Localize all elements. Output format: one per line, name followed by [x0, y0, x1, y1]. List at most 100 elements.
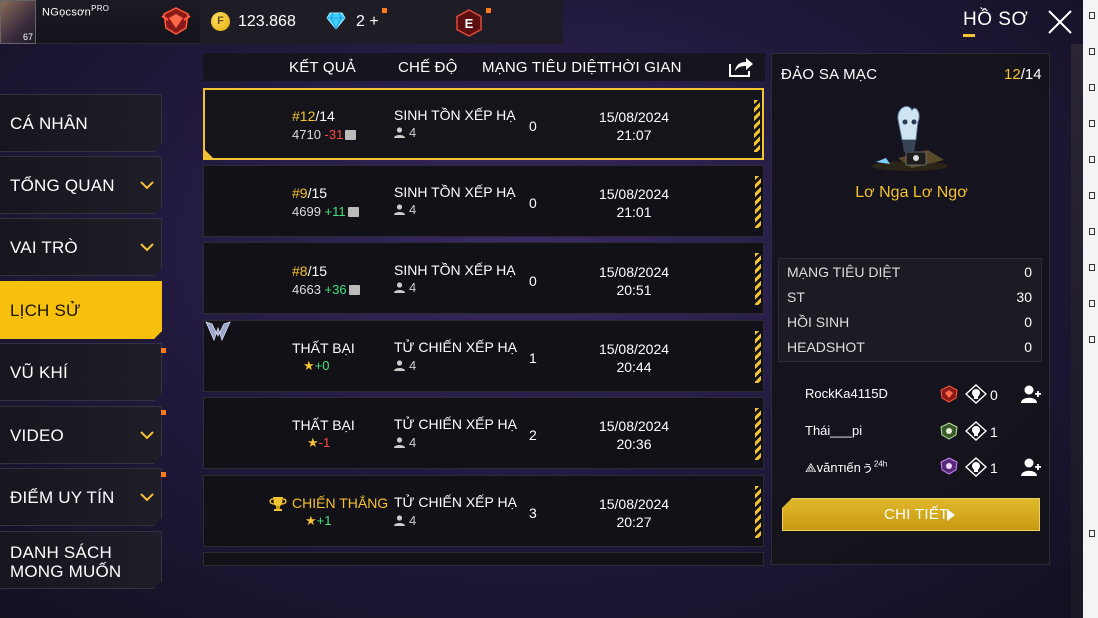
notification-dot: [161, 410, 166, 415]
rank-position: #12: [292, 108, 316, 124]
sidebar-item-video[interactable]: VIDEO: [0, 406, 162, 464]
match-mode: SINH TỒN XẾP HẠ: [394, 184, 516, 200]
sidebar-item-label: VAI TRÒ: [10, 238, 78, 257]
sidebar-item-label-line2: MONG MUỐN: [10, 562, 122, 581]
row-stripes: [755, 331, 761, 383]
star-icon: ★: [305, 513, 317, 528]
player-name: NGọcsơnPRO: [42, 4, 109, 19]
stat-label: ST: [787, 289, 805, 305]
person-icon: [394, 437, 405, 448]
match-row[interactable]: [203, 165, 764, 237]
row-stripes: [755, 486, 761, 538]
kill-count: 0: [529, 195, 537, 211]
details-button-label[interactable]: CHI TIẾT: [884, 506, 949, 523]
rank-position: #9: [292, 185, 308, 201]
skull-icon: [965, 457, 987, 477]
match-date: 15/08/2024: [598, 186, 670, 202]
match-rank: 12/14: [1004, 66, 1042, 83]
rank-badge-icon[interactable]: [160, 6, 192, 36]
diamond-notification-dot: [382, 8, 387, 13]
sidebar-item-roles[interactable]: VAI TRÒ: [0, 218, 162, 276]
player-level: 67: [22, 32, 33, 42]
add-friend-icon[interactable]: [1020, 384, 1042, 404]
match-time: 20:36: [616, 436, 652, 452]
match-result: THẤT BẠI: [292, 417, 355, 433]
teammate-name[interactable]: RockKa4115D: [805, 386, 888, 401]
match-rank: #8/15: [292, 263, 327, 279]
sidebar-item-overview[interactable]: TỔNG QUAN: [0, 156, 162, 214]
window-edge: [1083, 0, 1098, 618]
stat-label: HEADSHOT: [787, 339, 865, 355]
diamond-balance[interactable]: 2 +: [356, 13, 379, 31]
match-mode: TỬ CHIẾN XẾP HẠ: [394, 416, 517, 432]
party-size: 4: [394, 280, 416, 295]
match-mode: SINH TỒN XẾP HẠ: [394, 107, 516, 123]
sidebar-item-label: VŨ KHÍ: [10, 363, 68, 382]
sidebar-item-wishlist[interactable]: DANH SÁCH MONG MUỐN: [0, 531, 162, 589]
avatar[interactable]: 67: [0, 0, 36, 44]
rank-total: /15: [307, 185, 328, 201]
kill-count: 0: [529, 118, 537, 134]
person-icon: [394, 515, 405, 526]
column-header-time: THỜI GIAN: [602, 59, 682, 76]
elite-pass-icon[interactable]: E: [456, 9, 482, 37]
stat-value: 30: [1016, 289, 1032, 305]
chevron-down-icon: [139, 427, 155, 443]
skull-icon: [965, 421, 987, 441]
row-stripes: [755, 408, 761, 460]
match-row[interactable]: [203, 320, 764, 392]
rank-total: /15: [307, 263, 328, 279]
party-count: 4: [409, 513, 417, 528]
player-name-text: NGọcsơn: [42, 6, 92, 19]
match-row[interactable]: [203, 242, 764, 314]
match-row[interactable]: [203, 552, 764, 566]
star-change: ★-1: [307, 435, 330, 451]
match-date: 15/08/2024: [598, 264, 670, 280]
kill-count: 0: [529, 273, 537, 289]
party-count: 4: [409, 358, 417, 373]
notification-dot: [161, 348, 166, 353]
stat-label: MẠNG TIÊU DIỆT: [787, 264, 901, 280]
sidebar-item-personal[interactable]: CÁ NHÂN: [0, 94, 162, 152]
rank-badge-icon: [940, 385, 958, 403]
party-size: 4: [394, 513, 416, 528]
teammate-name[interactable]: Thái___pi: [805, 423, 862, 438]
star-delta: +0: [314, 358, 330, 373]
sidebar-item-weapons[interactable]: VŨ KHÍ: [0, 343, 162, 401]
match-result: THẤT BẠI: [292, 340, 355, 356]
trophy-icon: [269, 497, 287, 511]
coin-balance: 123.868: [238, 13, 296, 30]
notification-dot: [161, 472, 166, 477]
share-icon[interactable]: [727, 54, 755, 78]
match-time: 20:27: [616, 514, 652, 530]
party-count: 4: [409, 202, 417, 217]
star-icon: ★: [303, 358, 315, 373]
row-stripes: [754, 100, 760, 152]
rank-position: 12: [1004, 66, 1021, 83]
star-change: ★+0: [303, 358, 329, 374]
column-header-kills: MẠNG TIÊU DIỆT: [482, 59, 607, 76]
row-stripes: [755, 253, 761, 305]
sidebar-item-label: CÁ NHÂN: [10, 114, 88, 133]
star-delta: +1: [316, 513, 332, 528]
add-friend-icon[interactable]: [1020, 457, 1042, 477]
match-mode: SINH TỒN XẾP HẠ: [394, 262, 516, 278]
sidebar-item-reputation[interactable]: ĐIỂM UY TÍN: [0, 468, 162, 526]
teammate-name[interactable]: ⟁vănтιếnぅ24h: [805, 457, 887, 476]
person-icon: [394, 204, 405, 215]
character-name: Lơ Nga Lơ Ngơ: [855, 184, 968, 201]
party-size: 4: [394, 125, 416, 140]
rank-points: 4699 +11: [292, 204, 359, 219]
sidebar-item-history[interactable]: LỊCH SỬ: [0, 281, 162, 339]
elite-notification-dot: [486, 8, 491, 13]
stat-value: 0: [1024, 339, 1032, 355]
sidebar-item-label: LỊCH SỬ: [10, 301, 81, 320]
teammate-kills: 0: [990, 387, 998, 403]
match-row[interactable]: [203, 88, 764, 160]
rank-badge-icon: [940, 422, 958, 440]
sidebar-item-label: TỔNG QUAN: [10, 176, 115, 195]
match-row[interactable]: [203, 397, 764, 469]
chevron-down-icon: [139, 239, 155, 255]
rank-badge-icon: [940, 457, 958, 475]
close-icon[interactable]: [1046, 8, 1074, 36]
